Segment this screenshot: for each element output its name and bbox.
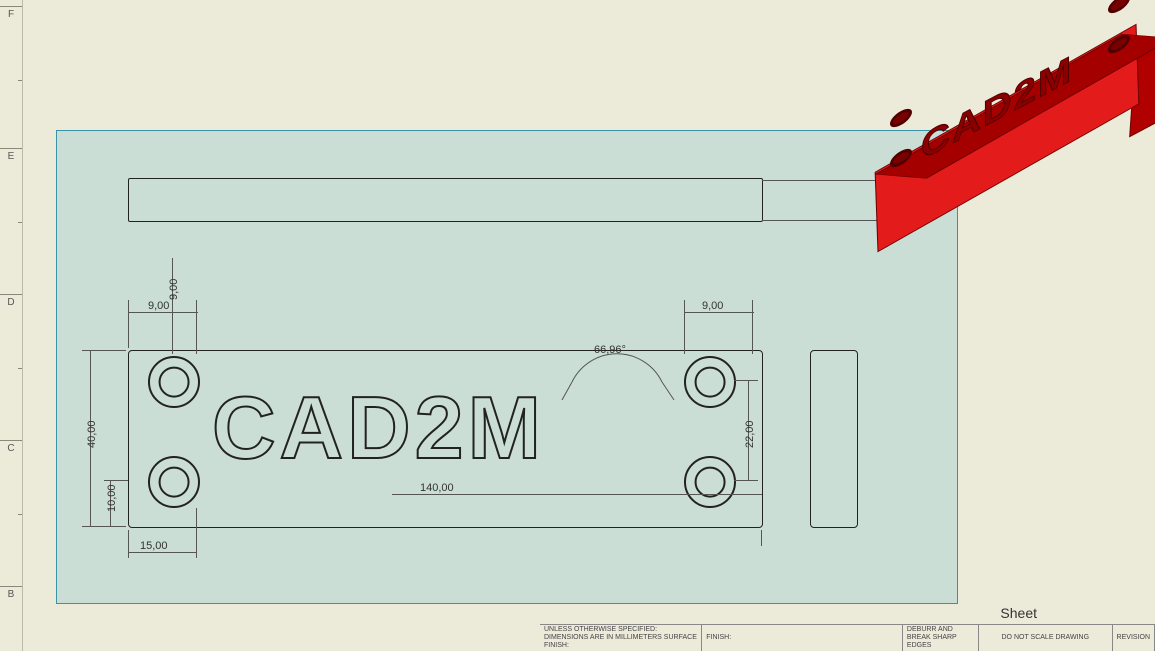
dim-line <box>392 494 762 495</box>
dim-angle[interactable]: 66,96° <box>594 344 626 356</box>
dim-off-y[interactable]: 10,00 <box>106 484 118 512</box>
dim-hole-off-x[interactable]: 9,00 <box>148 300 169 312</box>
tb-finish: FINISH: <box>702 625 903 651</box>
dim-length[interactable]: 140,00 <box>420 482 454 494</box>
top-view-outline[interactable] <box>128 178 763 222</box>
ext-line <box>196 508 197 558</box>
iso-hole <box>891 107 911 130</box>
ext-line <box>196 300 197 354</box>
iso-hole <box>1109 0 1129 15</box>
ext-line <box>82 350 126 351</box>
ext-line <box>684 300 685 354</box>
ruler-label: B <box>0 586 22 600</box>
vertical-ruler: F E D C B <box>0 0 23 651</box>
ext-line <box>734 380 758 381</box>
sheet-label: Sheet <box>1000 605 1037 621</box>
dim-line <box>684 312 754 313</box>
title-block[interactable]: UNLESS OTHERWISE SPECIFIED: DIMENSIONS A… <box>540 624 1155 651</box>
embossed-text[interactable]: CAD2M <box>212 384 545 472</box>
side-view-outline[interactable] <box>810 350 858 528</box>
ext-line <box>82 526 126 527</box>
ruler-label: F <box>0 6 22 20</box>
ext-line <box>761 530 762 546</box>
dim-off-x2[interactable]: 15,00 <box>140 540 168 552</box>
dim-hole-gap-y[interactable]: 22,00 <box>744 420 756 448</box>
dim-line <box>128 312 198 313</box>
dim-hole-right-dia[interactable]: 9,00 <box>702 300 723 312</box>
dim-line <box>128 552 196 553</box>
tb-revision: REVISION <box>1113 625 1155 651</box>
tb-notes: UNLESS OTHERWISE SPECIFIED: DIMENSIONS A… <box>540 625 702 651</box>
dim-height[interactable]: 40,00 <box>86 420 98 448</box>
ext-line <box>128 530 129 558</box>
ext-line <box>128 300 129 348</box>
dim-line <box>172 258 173 354</box>
tb-noscale: DO NOT SCALE DRAWING <box>979 625 1113 651</box>
ext-line <box>104 480 128 481</box>
ext-line <box>752 300 753 354</box>
dim-hole-top-dia[interactable]: 9,00 <box>168 279 180 300</box>
ruler-label: E <box>0 148 22 162</box>
tb-deburr: DEBURR AND BREAK SHARP EDGES <box>903 625 979 651</box>
hole-top-left[interactable] <box>148 356 200 408</box>
hole-bottom-left[interactable] <box>148 456 200 508</box>
hole-top-right[interactable] <box>684 356 736 408</box>
isometric-preview[interactable]: CAD2M <box>817 8 1147 308</box>
ruler-label: D <box>0 294 22 308</box>
ext-line <box>734 480 758 481</box>
ruler-label: C <box>0 440 22 454</box>
hole-bottom-right[interactable] <box>684 456 736 508</box>
